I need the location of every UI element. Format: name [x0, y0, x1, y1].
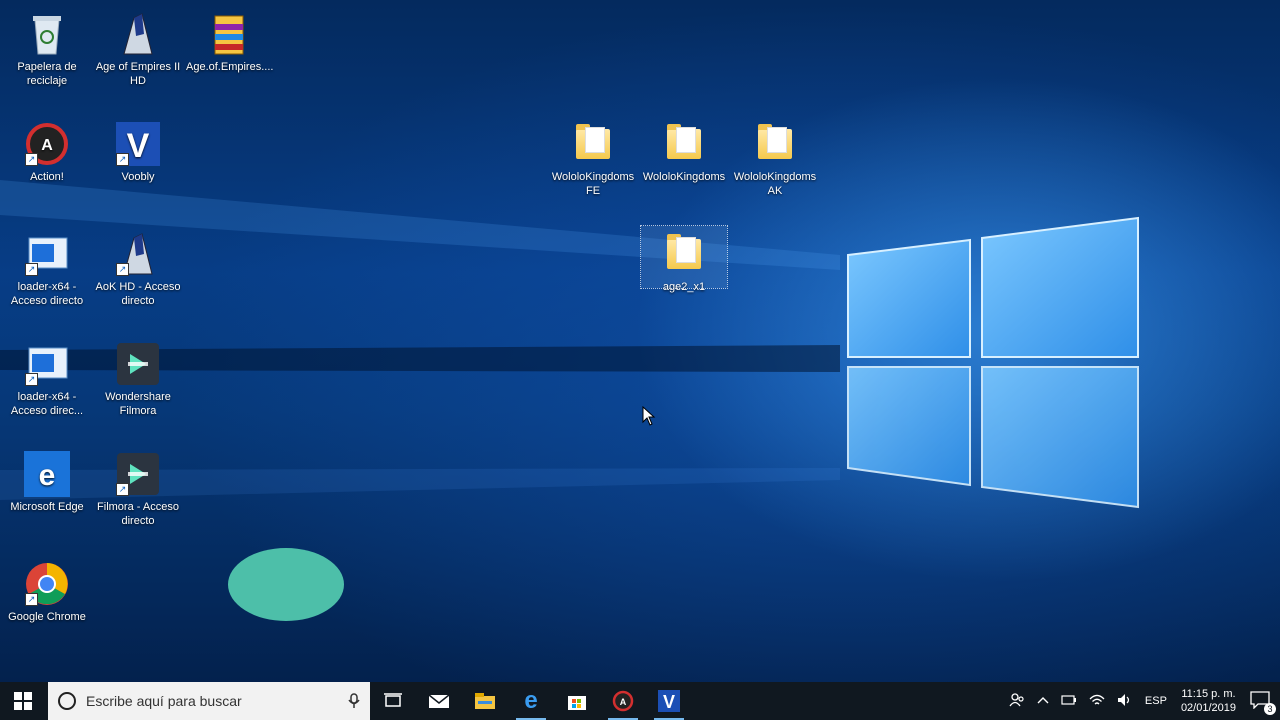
volume-icon[interactable] [1117, 693, 1133, 710]
desktop-icon-label: WololoKingdoms AK [733, 171, 817, 197]
shortcut-arrow-icon: ↗ [25, 373, 38, 386]
desktop-icon-label: age2_x1 [662, 281, 706, 293]
chevron-up-icon[interactable] [1037, 695, 1049, 708]
shortcut-arrow-icon: ↗ [116, 483, 129, 496]
action-recorder-icon: A ↗ [23, 120, 71, 168]
edge-icon: e [23, 450, 71, 498]
task-view-button[interactable] [370, 682, 416, 720]
microphone-icon[interactable] [348, 693, 360, 709]
file-explorer-icon [475, 693, 495, 709]
taskbar: Escribe aquí para buscar e A V ESP 11:15… [0, 682, 1280, 720]
shortcut-arrow-icon: ↗ [116, 263, 129, 276]
wifi-icon[interactable] [1089, 693, 1105, 710]
desktop-background: Papelera de reciclaje A ↗ Action! ↗ load… [0, 0, 1280, 682]
desktop-icon-label: Google Chrome [8, 611, 86, 623]
action-taskbar-button[interactable]: A [600, 682, 646, 720]
desktop-icon-label: Age.of.Empires.... [186, 61, 274, 73]
desktop-icon-filmora-shortcut[interactable]: ↗ Filmora - Acceso directo [95, 446, 181, 528]
desktop-icon-label: WololoKingdoms FE [551, 171, 635, 197]
winrar-archive-icon [205, 10, 253, 58]
desktop-icon-label: Wondershare Filmora [105, 391, 171, 417]
desktop-folder-wololokingdoms-fe[interactable]: WololoKingdoms FE [550, 116, 636, 198]
task-view-icon [384, 693, 402, 707]
edge-taskbar-button[interactable]: e [508, 682, 554, 720]
action-icon: A [612, 690, 634, 712]
desktop-icon-label: Action! [30, 171, 64, 183]
folder-icon [660, 120, 708, 168]
shortcut-arrow-icon: ↗ [116, 153, 129, 166]
desktop-icon-label: AoK HD - Acceso directo [95, 281, 181, 307]
system-tray: ESP 11:15 p. m. 02/01/2019 3 [1003, 682, 1280, 720]
desktop-icon-loader-x64-1[interactable]: ↗ loader-x64 - Acceso directo [4, 226, 90, 308]
search-placeholder: Escribe aquí para buscar [86, 693, 242, 709]
shortcut-arrow-icon: ↗ [25, 593, 38, 606]
mouse-cursor-icon [642, 406, 656, 426]
voobly-taskbar-button[interactable]: V [646, 682, 692, 720]
mail-button[interactable] [416, 682, 462, 720]
desktop-icon-label: loader-x64 - Acceso direc... [10, 391, 84, 417]
desktop-icon-loader-x64-2[interactable]: ↗ loader-x64 - Acceso direc... [4, 336, 90, 418]
store-icon [568, 696, 586, 710]
svg-text:V: V [663, 692, 675, 712]
desktop-folder-wololokingdoms-ak[interactable]: WololoKingdoms AK [732, 116, 818, 198]
windows-logo-light [847, 216, 1139, 509]
battery-icon[interactable] [1061, 694, 1077, 709]
svg-text:A: A [41, 137, 53, 154]
filmora-icon: ↗ [114, 450, 162, 498]
recycle-bin-icon [23, 10, 71, 58]
overlay-blob [228, 548, 344, 621]
voobly-icon: V [658, 690, 680, 712]
clock-date: 02/01/2019 [1180, 702, 1236, 714]
desktop-icon-label: Papelera de reciclaje [17, 61, 77, 87]
wallpaper-light-beams [0, 180, 840, 500]
desktop-icon-recycle-bin[interactable]: Papelera de reciclaje [4, 6, 90, 88]
desktop-icon-aok-hd[interactable]: ↗ AoK HD - Acceso directo [95, 226, 181, 308]
language-indicator[interactable]: ESP [1145, 695, 1167, 707]
svg-text:e: e [39, 459, 56, 492]
cortana-icon [58, 692, 76, 710]
folder-icon [660, 230, 708, 278]
svg-text:A: A [620, 697, 627, 707]
desktop-folder-wololokingdoms[interactable]: WololoKingdoms [641, 116, 727, 184]
desktop-icon-voobly[interactable]: V ↗ Voobly [95, 116, 181, 184]
desktop-icon-label: loader-x64 - Acceso directo [10, 281, 84, 307]
svg-text:V: V [127, 127, 150, 165]
mail-icon [428, 694, 450, 708]
desktop-icon-label: Voobly [121, 171, 155, 183]
start-button[interactable] [0, 682, 46, 720]
file-explorer-button[interactable] [462, 682, 508, 720]
folder-icon [569, 120, 617, 168]
people-icon[interactable] [1009, 692, 1025, 711]
desktop-icon-label: Filmora - Acceso directo [97, 501, 179, 527]
clock[interactable]: 11:15 p. m. 02/01/2019 [1181, 687, 1236, 715]
notification-count-badge: 3 [1264, 702, 1276, 715]
desktop-icon-action[interactable]: A ↗ Action! [4, 116, 90, 184]
chrome-icon: ↗ [23, 560, 71, 608]
desktop-icon-label: Microsoft Edge [10, 501, 84, 513]
clock-time: 11:15 p. m. [1181, 688, 1236, 700]
desktop-folder-age2-x1[interactable]: age2_x1 [640, 225, 728, 293]
desktop-icon-wondershare-filmora[interactable]: Wondershare Filmora [95, 336, 181, 418]
windows-start-icon [14, 692, 32, 710]
desktop-icon-aoe-archive[interactable]: Age.of.Empires.... [186, 6, 274, 74]
desktop-icon-label: WololoKingdoms [642, 171, 726, 183]
aoe-helmet-icon: ↗ [114, 230, 162, 278]
voobly-icon: V ↗ [114, 120, 162, 168]
desktop-icon-google-chrome[interactable]: ↗ Google Chrome [4, 556, 90, 624]
desktop-icon-aoe2-hd[interactable]: Age of Empires II HD [95, 6, 181, 88]
filmora-icon [114, 340, 162, 388]
shortcut-arrow-icon: ↗ [25, 153, 38, 166]
shortcut-arrow-icon: ↗ [25, 263, 38, 276]
aoe-helmet-icon [114, 10, 162, 58]
desktop-icon-microsoft-edge[interactable]: e Microsoft Edge [4, 446, 90, 514]
notification-center-button[interactable]: 3 [1250, 690, 1276, 715]
taskbar-search-box[interactable]: Escribe aquí para buscar [48, 682, 370, 720]
app-window-icon: ↗ [23, 340, 71, 388]
desktop-icon-label: Age of Empires II HD [95, 61, 181, 87]
edge-icon: e [524, 687, 538, 714]
app-window-icon: ↗ [23, 230, 71, 278]
store-button[interactable] [554, 682, 600, 720]
folder-icon [751, 120, 799, 168]
